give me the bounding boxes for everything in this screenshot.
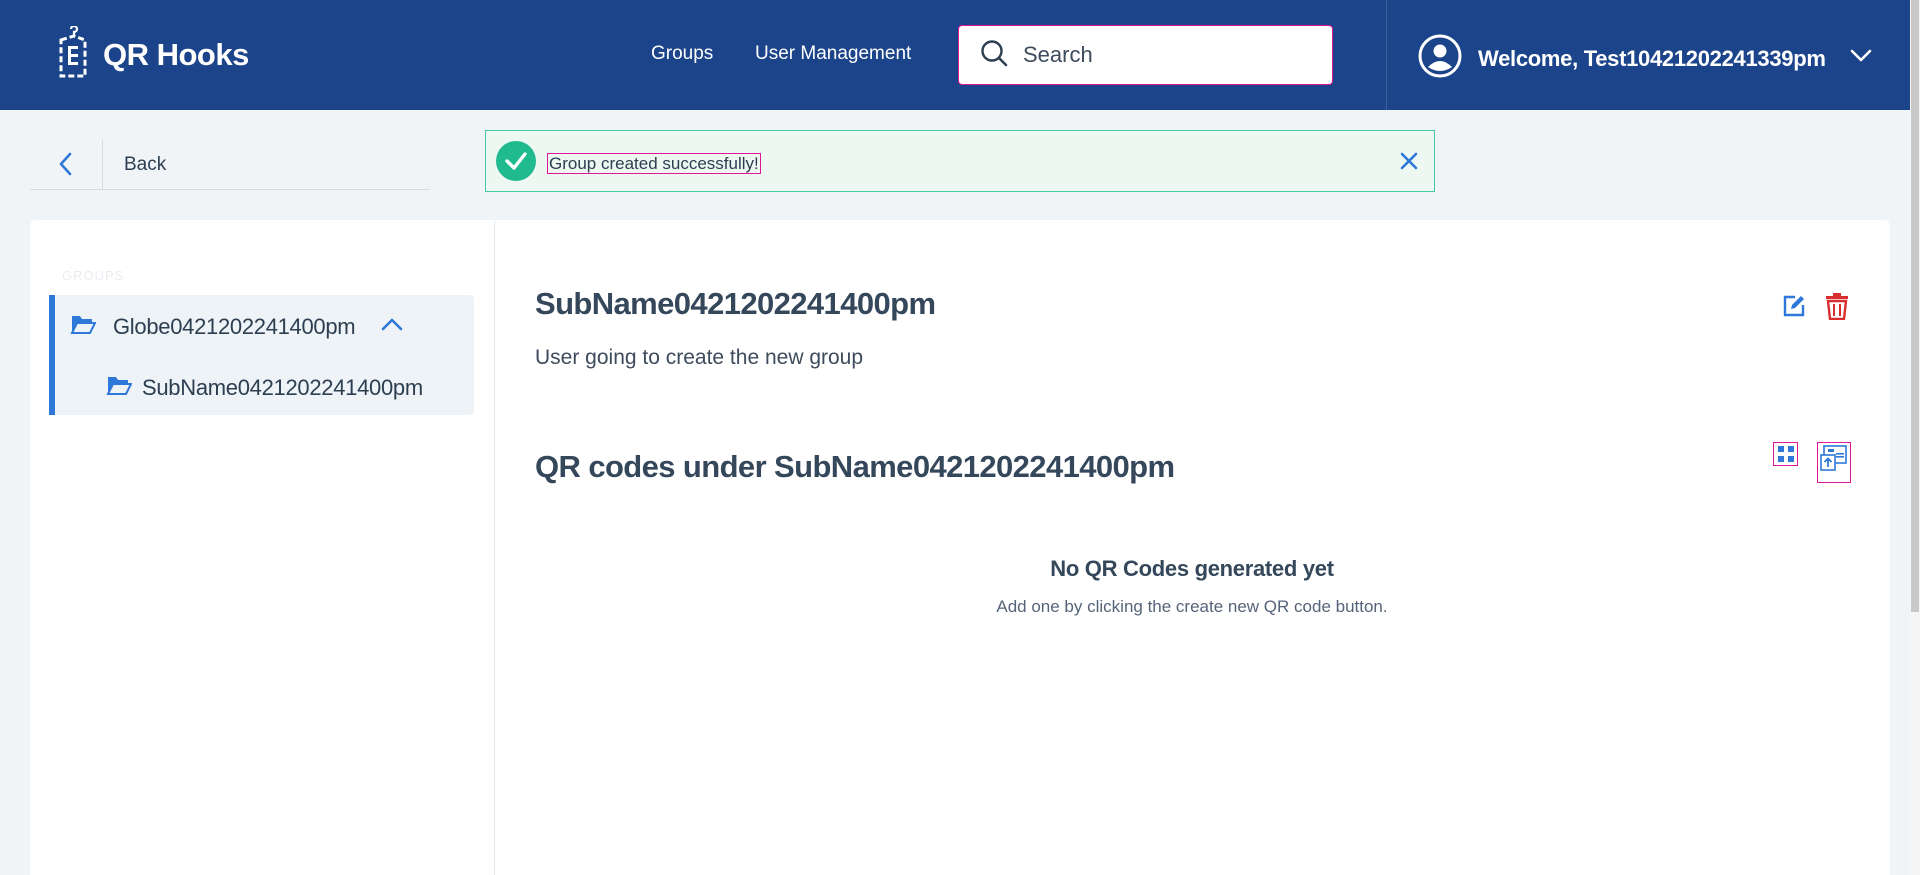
tree-item-parent[interactable]: Globe0421202241400pm <box>70 313 403 340</box>
welcome-text: Welcome, Test10421202241339pm <box>1478 45 1826 71</box>
tree-item-label: Globe0421202241400pm <box>113 313 356 339</box>
chevron-down-icon[interactable] <box>1850 49 1872 68</box>
close-icon[interactable] <box>1399 151 1419 176</box>
groups-heading: GROUPS <box>62 268 125 283</box>
folder-open-icon <box>106 374 133 401</box>
search-input[interactable] <box>1023 42 1283 68</box>
qr-section-title: QR codes under SubName0421202241400pm <box>535 449 1175 484</box>
sidebar-divider <box>494 221 495 875</box>
group-description: User going to create the new group <box>535 346 864 369</box>
top-header: QR Hooks Groups User Management Welcome,… <box>0 0 1910 110</box>
logo-icon <box>57 24 89 83</box>
user-avatar-icon <box>1418 34 1462 83</box>
app-logo[interactable]: QR Hooks <box>57 24 249 83</box>
nav-user-management[interactable]: User Management <box>755 43 911 65</box>
chevron-left-icon[interactable] <box>58 152 72 181</box>
chevron-up-icon[interactable] <box>381 317 403 336</box>
header-divider <box>1386 0 1387 110</box>
upload-qr-icon[interactable] <box>1817 442 1851 483</box>
grid-view-icon[interactable] <box>1773 442 1798 466</box>
search-icon <box>979 38 1009 73</box>
edit-icon[interactable] <box>1782 294 1806 323</box>
nav-groups[interactable]: Groups <box>651 43 713 65</box>
group-tree: Globe0421202241400pm SubName042120224140… <box>49 295 474 415</box>
tree-item-label: SubName0421202241400pm <box>142 374 423 400</box>
scrollbar-thumb[interactable] <box>1911 0 1919 612</box>
group-title: SubName0421202241400pm <box>535 286 936 321</box>
app-name: QR Hooks <box>103 36 249 72</box>
toast-message: Group created successfully! <box>547 153 761 174</box>
back-button[interactable]: Back <box>124 154 166 176</box>
user-menu[interactable]: Welcome, Test10421202241339pm <box>1418 34 1872 83</box>
success-toast: Group created successfully! <box>485 130 1435 192</box>
tree-item-child[interactable]: SubName0421202241400pm <box>106 374 423 401</box>
folder-open-icon <box>70 313 97 340</box>
search-box[interactable] <box>958 25 1333 85</box>
trash-icon[interactable] <box>1825 292 1849 325</box>
check-icon <box>496 141 536 181</box>
back-bar[interactable]: Back <box>30 130 430 190</box>
back-separator <box>102 140 103 190</box>
